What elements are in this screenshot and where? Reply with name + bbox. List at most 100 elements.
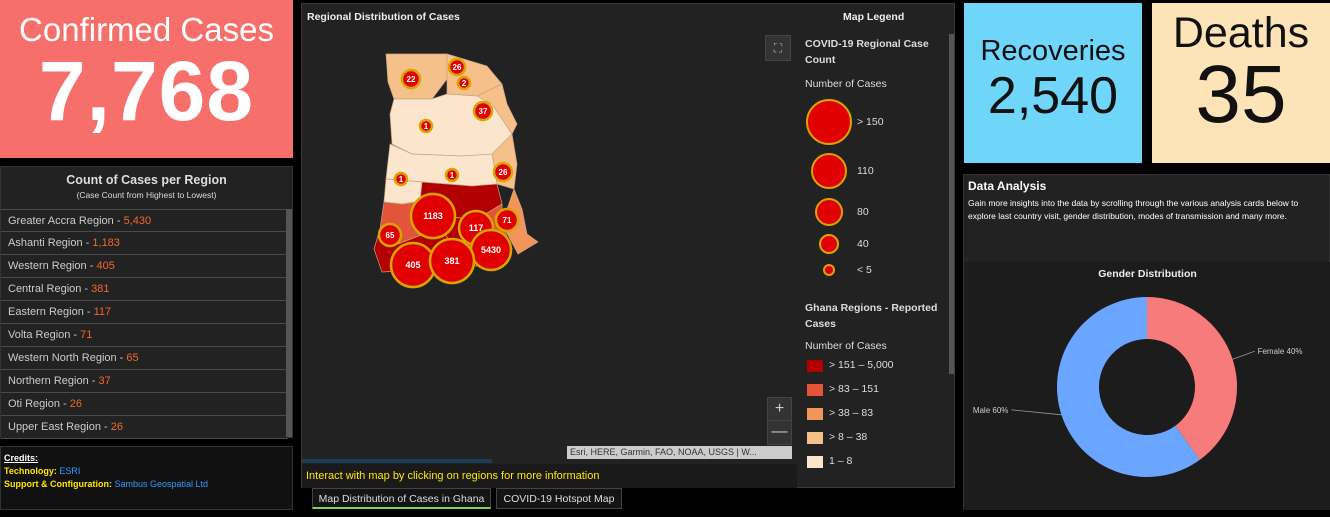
legend-class-label: > 8 – 38: [829, 431, 868, 443]
region-name: Western North Region -: [8, 352, 127, 364]
case-cluster[interactable]: 22: [400, 68, 422, 90]
legend-class-swatch: [807, 456, 823, 468]
legend-class-label: > 38 – 83: [829, 407, 874, 419]
legend-size-symbol-4: [819, 234, 839, 254]
tab-map-distribution[interactable]: Map Distribution of Cases in Ghana: [312, 488, 491, 509]
region-count: 5,430: [123, 215, 152, 227]
region-name: Volta Region -: [8, 329, 81, 341]
cluster-label: 5430: [481, 245, 501, 255]
region-row[interactable]: Upper East Region - 26: [1, 416, 288, 439]
legend-size-symbol-2: [811, 153, 847, 189]
zoom-out-button[interactable]: —: [768, 421, 791, 444]
region-name: Greater Accra Region -: [8, 215, 124, 227]
gender-donut-chart[interactable]: Female 40% Male 60%: [964, 262, 1330, 510]
case-cluster[interactable]: 1: [418, 118, 434, 134]
map-info-text: Interact with map by clicking on regions…: [302, 464, 797, 488]
region-count: 65: [126, 352, 139, 364]
donut-leader-line: [1232, 350, 1255, 360]
case-cluster[interactable]: 405: [389, 241, 437, 289]
legend-size-symbol-5: [823, 264, 835, 276]
confirmed-cases-card: Confirmed Cases 7,768: [0, 0, 293, 158]
support-link[interactable]: Sambus Geospatial Ltd: [115, 479, 209, 489]
region-name: Ashanti Region -: [8, 237, 93, 249]
cluster-label: 71: [503, 216, 512, 225]
region-panel-title: Count of Cases per Region: [66, 173, 227, 187]
case-cluster[interactable]: 71: [494, 207, 520, 233]
legend-size-symbol-3: [815, 198, 843, 226]
region-count: 381: [91, 283, 110, 295]
tab-hotspot-map[interactable]: COVID-19 Hotspot Map: [496, 488, 622, 509]
region-row[interactable]: Northern Region - 37: [1, 370, 288, 393]
region-name: Upper East Region -: [8, 421, 111, 433]
case-cluster[interactable]: 5430: [469, 228, 513, 272]
technology-link[interactable]: ESRI: [59, 466, 80, 476]
region-row[interactable]: Central Region - 381: [1, 278, 288, 301]
recoveries-title: Recoveries: [980, 35, 1126, 67]
legend-size-symbols: [806, 99, 852, 276]
case-cluster[interactable]: 26: [447, 57, 467, 77]
legend-class-swatch: [807, 408, 823, 420]
region-list-scrollbar[interactable]: [286, 209, 292, 437]
data-analysis-panel: Data Analysis Gain more insights into th…: [963, 174, 1330, 510]
region-name: Oti Region -: [8, 398, 70, 410]
technology-label: Technology:: [4, 466, 57, 476]
donut-leader-line: [1011, 409, 1062, 416]
region-count: 405: [96, 260, 115, 272]
case-cluster[interactable]: 65: [377, 222, 403, 248]
cluster-label: 1: [399, 175, 404, 184]
cluster-label: 22: [407, 75, 416, 84]
case-cluster[interactable]: 37: [472, 100, 494, 122]
legend-layer2-subtitle: Number of Cases: [805, 340, 887, 352]
region-row[interactable]: Eastern Region - 117: [1, 301, 288, 324]
region-count: 26: [69, 398, 82, 410]
legend-class-swatch: [807, 432, 823, 444]
map-panel: Regional Distribution of Cases Map Legen…: [301, 3, 955, 488]
case-cluster[interactable]: 26: [492, 161, 514, 183]
case-cluster[interactable]: 1: [393, 171, 409, 187]
region-count: 117: [93, 306, 112, 318]
region-row[interactable]: Volta Region - 71: [1, 324, 288, 347]
analysis-title: Data Analysis: [968, 179, 1047, 193]
recoveries-value: 2,540: [987, 67, 1119, 125]
legend-size-label-1: > 150: [857, 116, 884, 128]
cluster-label: 26: [453, 63, 462, 72]
legend-size-symbol-1: [806, 99, 852, 145]
zoom-in-button[interactable]: +: [768, 398, 791, 421]
region-count-panel: Count of Cases per Region (Case Count fr…: [0, 166, 293, 439]
ghana-map[interactable]: 222623711126118311771655430405 381: [302, 4, 797, 459]
region-name: Eastern Region -: [8, 306, 94, 318]
cluster-label: 26: [499, 168, 508, 177]
region-count: 26: [110, 421, 123, 433]
region-row[interactable]: Western Region - 405: [1, 255, 288, 278]
cluster-label: 65: [386, 231, 395, 240]
analysis-description: Gain more insights into the data by scro…: [968, 198, 1299, 221]
donut-label-male: Male 60%: [973, 406, 1009, 415]
case-cluster[interactable]: 2: [456, 75, 472, 91]
region-row[interactable]: Greater Accra Region - 5,430: [1, 209, 288, 232]
region-row[interactable]: Western North Region - 65: [1, 347, 288, 370]
cluster-label: 381: [444, 256, 459, 266]
cluster-label: 405: [405, 260, 420, 270]
legend-size-label-5: < 5: [857, 264, 872, 276]
cluster-label: 1: [450, 171, 455, 180]
region-row[interactable]: Oti Region - 26: [1, 393, 288, 416]
region-count: 37: [98, 375, 111, 387]
legend-scrollbar[interactable]: [949, 34, 954, 374]
case-cluster[interactable]: 1: [444, 167, 460, 183]
confirmed-cases-value: 7,768: [38, 44, 255, 138]
legend-title: Map Legend: [843, 11, 905, 23]
region-list: Greater Accra Region - 5,430 Ashanti Regi…: [1, 209, 288, 439]
cluster-label: 37: [479, 107, 488, 116]
legend-size-label-3: 80: [857, 206, 869, 218]
case-cluster[interactable]: 381: [428, 237, 476, 285]
map-legend: COVID-19 Regional Case Count Number of C…: [799, 34, 949, 474]
region-row[interactable]: Ashanti Region - 1,183: [1, 232, 288, 255]
legend-layer1-subtitle: Number of Cases: [805, 78, 887, 90]
gender-distribution-card: Gender Distribution Female 40% Male 60%: [964, 262, 1330, 510]
cluster-label: 1183: [423, 211, 443, 221]
legend-layer2-title: Ghana Regions - Reported Cases: [805, 302, 938, 330]
expand-icon[interactable]: ⛶: [765, 35, 791, 61]
legend-class-swatch: [807, 360, 823, 372]
case-cluster[interactable]: 1183: [409, 192, 457, 240]
region-name: Western Region -: [8, 260, 97, 272]
